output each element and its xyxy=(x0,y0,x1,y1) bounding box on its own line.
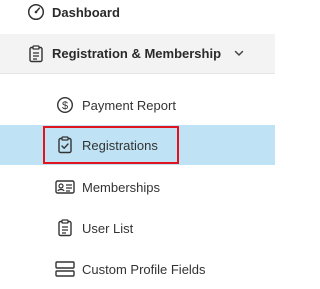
clipboard-list-icon xyxy=(26,44,46,64)
clipboard-list-icon xyxy=(55,218,75,238)
svg-text:$: $ xyxy=(62,100,68,112)
sidebar-item-label: Memberships xyxy=(82,179,161,195)
sidebar-item-dashboard[interactable]: Dashboard xyxy=(0,0,275,24)
sidebar-item-label: Custom Profile Fields xyxy=(82,261,206,277)
id-card-icon xyxy=(55,177,75,197)
sidebar-item-label: Payment Report xyxy=(82,97,176,113)
sidebar-group-label: Registration & Membership xyxy=(52,46,222,61)
sidebar-item-user-list[interactable]: User List xyxy=(0,208,275,248)
dollar-circle-icon: $ xyxy=(55,95,75,115)
sidebar-item-memberships[interactable]: Memberships xyxy=(0,167,275,207)
highlight-annotation-box xyxy=(43,126,179,164)
sidebar-item-payment-report[interactable]: $ Payment Report xyxy=(0,85,275,125)
sidebar-item-label: User List xyxy=(82,220,134,236)
form-fields-icon xyxy=(55,259,75,279)
gauge-icon xyxy=(26,2,46,22)
chevron-down-icon[interactable] xyxy=(233,46,245,64)
sidebar-item-custom-profile-fields[interactable]: Custom Profile Fields xyxy=(0,249,275,289)
sidebar-item-label: Dashboard xyxy=(52,4,120,20)
sidebar-group-registration-membership[interactable]: Registration & Membership xyxy=(0,34,275,74)
